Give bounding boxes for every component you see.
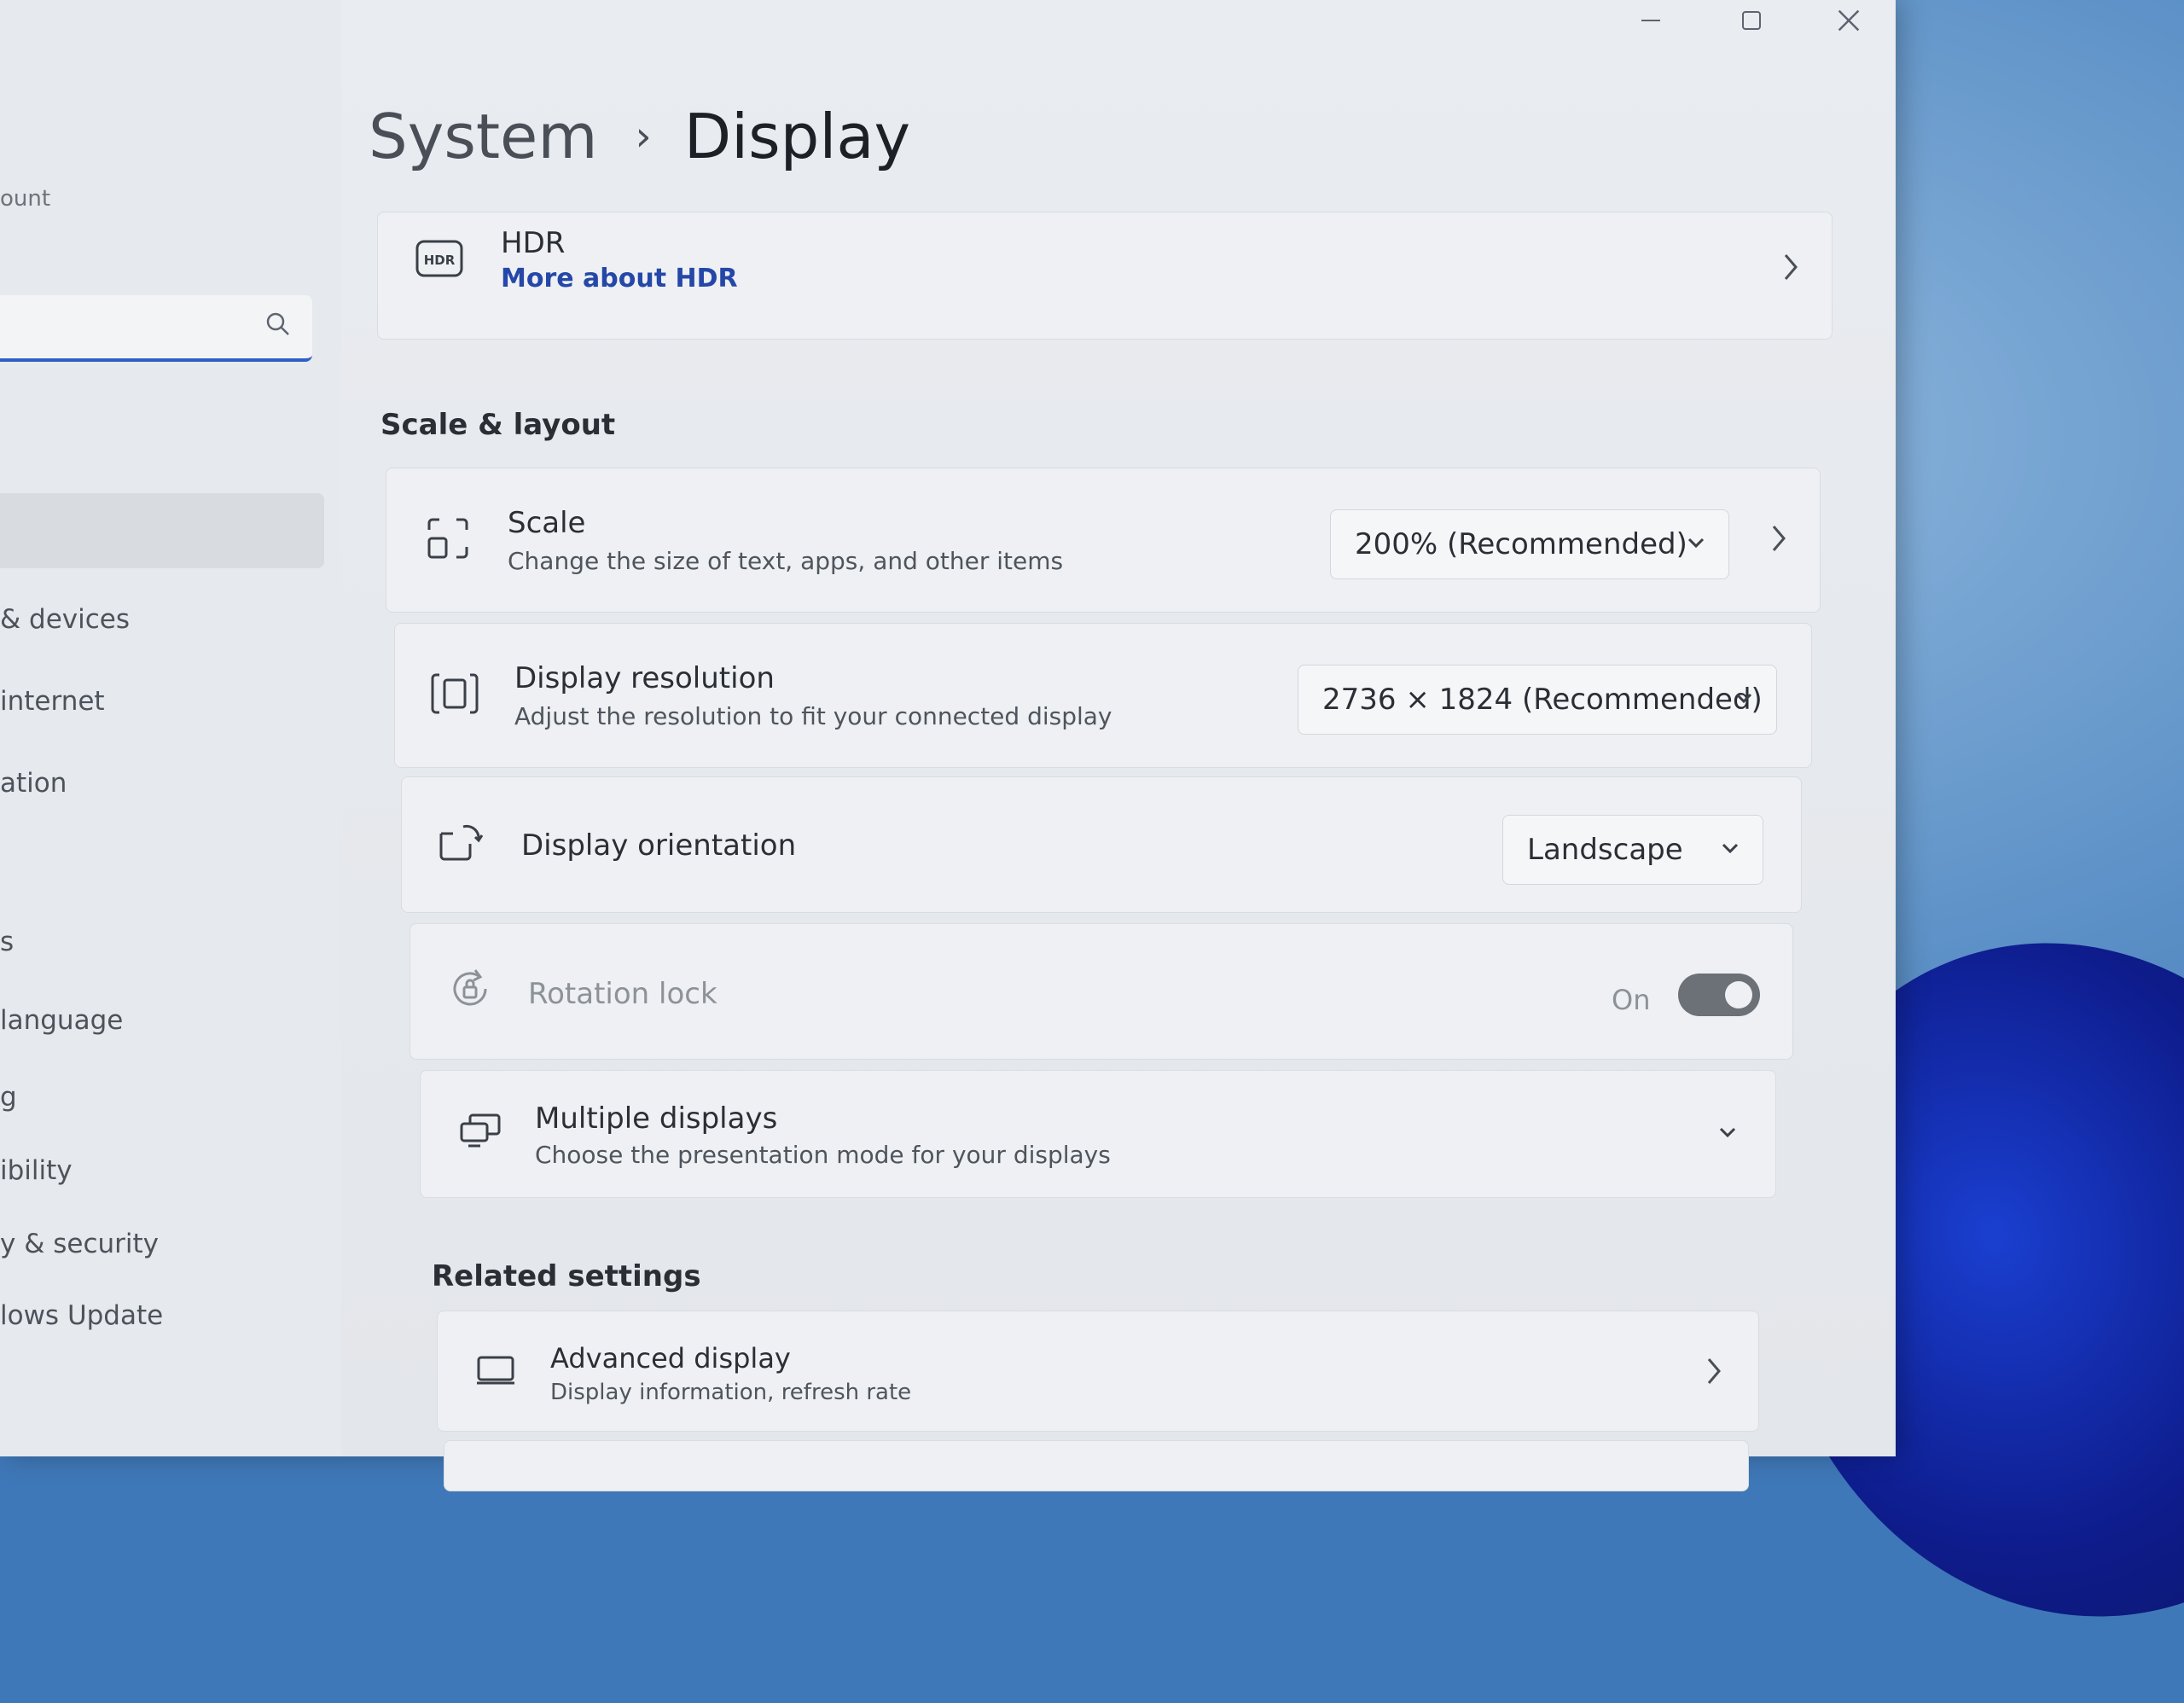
sidebar-item-time-language[interactable]: language (0, 1005, 123, 1036)
resolution-description: Adjust the resolution to fit your connec… (514, 702, 1112, 730)
next-related-card[interactable] (444, 1440, 1749, 1491)
monitor-icon (475, 1354, 516, 1392)
breadcrumb: System › Display (369, 101, 910, 172)
minimize-icon[interactable] (1604, 0, 1698, 41)
close-icon[interactable] (1802, 0, 1896, 41)
settings-window: ount & devices internet ation s language… (0, 0, 1896, 1491)
resolution-dropdown[interactable]: 2736 × 1824 (Recommended) (1298, 665, 1777, 735)
sidebar-item-apps[interactable]: s (0, 927, 14, 957)
scale-card[interactable]: Scale Change the size of text, apps, and… (386, 468, 1821, 613)
multiple-displays-title: Multiple displays (535, 1101, 778, 1136)
rotation-lock-toggle[interactable] (1678, 974, 1760, 1016)
scale-description: Change the size of text, apps, and other… (508, 547, 1064, 575)
section-scale-layout: Scale & layout (380, 408, 616, 442)
breadcrumb-separator: › (635, 113, 652, 160)
chevron-down-icon (1714, 1119, 1741, 1149)
advanced-display-title: Advanced display (550, 1342, 791, 1375)
rotation-lock-icon (448, 967, 492, 1014)
sidebar-item-network[interactable]: internet (0, 686, 105, 717)
sidebar-item-privacy-security[interactable]: y & security (0, 1229, 159, 1259)
chevron-down-icon (1730, 684, 1757, 719)
rotation-lock-title: Rotation lock (528, 977, 717, 1011)
sidebar-item-personalization[interactable]: ation (0, 768, 67, 799)
multiple-displays-description: Choose the presentation mode for your di… (535, 1141, 1111, 1169)
orientation-icon (438, 822, 485, 866)
search-icon (264, 311, 292, 341)
chevron-right-icon (1704, 1354, 1724, 1396)
multiple-displays-card[interactable]: Multiple displays Choose the presentatio… (420, 1070, 1776, 1198)
scale-title: Scale (508, 506, 586, 540)
svg-text:HDR: HDR (424, 253, 456, 268)
hdr-title: HDR (501, 226, 566, 260)
hdr-learn-more-link[interactable]: More about HDR (501, 264, 738, 294)
orientation-value: Landscape (1527, 833, 1683, 867)
orientation-card: Display orientation Landscape (401, 776, 1802, 913)
hdr-icon: HDR (415, 240, 463, 281)
resolution-value: 2736 × 1824 (Recommended) (1322, 683, 1763, 717)
multiple-displays-icon (458, 1112, 502, 1153)
chevron-right-icon (1780, 250, 1801, 292)
hdr-card[interactable]: HDR HDR More about HDR (377, 212, 1833, 340)
orientation-dropdown[interactable]: Landscape (1502, 815, 1763, 885)
scale-dropdown[interactable]: 200% (Recommended) (1330, 509, 1729, 579)
resolution-card: Display resolution Adjust the resolution… (394, 623, 1812, 768)
sidebar-item-accessibility[interactable]: ibility (0, 1155, 73, 1186)
orientation-title: Display orientation (521, 828, 797, 863)
scale-icon (426, 516, 470, 564)
sidebar-item-gaming[interactable]: g (0, 1082, 17, 1113)
search-input[interactable] (0, 295, 312, 362)
advanced-display-description: Display information, refresh rate (550, 1380, 912, 1405)
breadcrumb-system[interactable]: System (369, 101, 598, 172)
resolution-icon (431, 671, 479, 719)
maximize-icon[interactable] (1705, 0, 1798, 41)
toggle-knob (1725, 981, 1752, 1008)
account-label[interactable]: ount (0, 186, 50, 212)
scale-value: 200% (Recommended) (1355, 527, 1687, 561)
sidebar-item-selected[interactable] (0, 493, 324, 568)
sidebar-item-windows-update[interactable]: lows Update (0, 1300, 163, 1331)
sidebar-item-devices[interactable]: & devices (0, 604, 130, 635)
rotation-lock-card: Rotation lock On (410, 923, 1793, 1060)
page-title: Display (683, 101, 911, 172)
rotation-lock-state: On (1612, 984, 1651, 1016)
chevron-right-icon (1769, 521, 1789, 563)
advanced-display-card[interactable]: Advanced display Display information, re… (437, 1311, 1759, 1432)
sidebar: ount & devices internet ation s language… (0, 0, 341, 1456)
section-related-settings: Related settings (432, 1259, 701, 1293)
chevron-down-icon (1682, 529, 1710, 564)
chevron-down-icon (1716, 834, 1744, 869)
resolution-title: Display resolution (514, 661, 775, 695)
